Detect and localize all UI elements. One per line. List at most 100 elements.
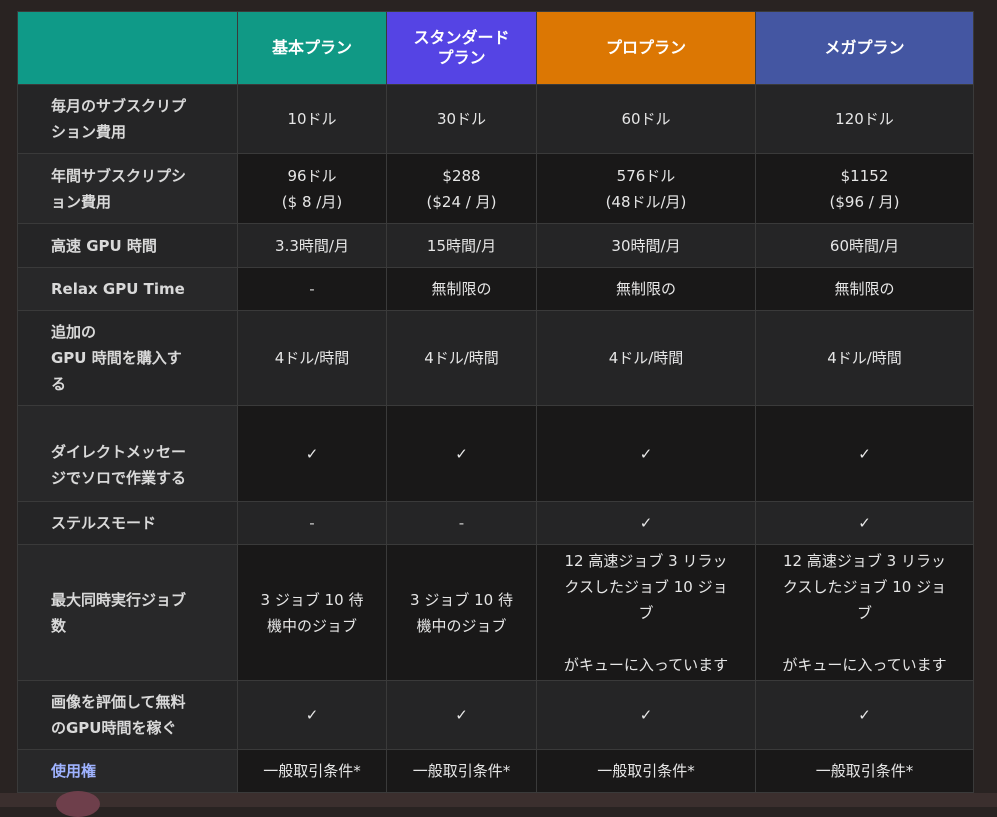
- header-row: 基本プラン スタンダード プラン プロプラン メガプラン: [17, 11, 974, 85]
- value-cell-pro: 12 高速ジョブ 3 リラッ クスしたジョブ 10 ジョ ブ がキューに入ってい…: [536, 544, 756, 681]
- row-max-concurrent-jobs: 最大同時実行ジョブ 数 3 ジョブ 10 待 機中のジョブ 3 ジョブ 10 待…: [17, 544, 974, 681]
- value-cell-standard: -: [386, 501, 537, 545]
- value-cell-basic: ✓: [237, 680, 387, 750]
- cell-value: 無制限の: [431, 280, 492, 298]
- cell-value: 10ドル: [287, 110, 337, 128]
- value-cell-pro: 一般取引条件*: [536, 749, 756, 793]
- value-cell-pro: 30時間/月: [536, 223, 756, 268]
- check-icon: ✓: [639, 444, 653, 463]
- cell-value: 4ドル/時間: [424, 349, 499, 367]
- check-icon: ✓: [455, 444, 468, 463]
- cell-value: 96ドル ($ 8 /月): [281, 166, 343, 211]
- row-label: ダイレクトメッセー ジでソロで作業する: [17, 405, 238, 502]
- cell-value: 576ドル (48ドル/月): [605, 166, 687, 211]
- value-cell-mega: 無制限の: [755, 267, 974, 311]
- value-cell-pro: 576ドル (48ドル/月): [536, 153, 756, 224]
- cell-value: 4ドル/時間: [608, 349, 684, 367]
- row-label-text: ステルスモード: [51, 514, 157, 532]
- value-cell-mega: ✓: [755, 501, 974, 545]
- value-cell-mega: ✓: [755, 405, 974, 502]
- value-cell-standard: 30ドル: [386, 84, 537, 154]
- cell-value: 3.3時間/月: [275, 236, 349, 255]
- row-label-text: 毎月のサブスクリプ ション費用: [51, 97, 187, 141]
- check-icon: ✓: [305, 444, 319, 463]
- plan-name: 基本プラン: [271, 38, 352, 57]
- value-cell-pro: 60ドル: [536, 84, 756, 154]
- cell-value: -: [458, 514, 465, 532]
- cell-value: 一般取引条件*: [597, 762, 695, 780]
- cell-value: 12 高速ジョブ 3 リラッ クスしたジョブ 10 ジョ ブ がキューに入ってい…: [782, 551, 947, 674]
- cell-value: 15時間/月: [426, 236, 497, 255]
- plan-header-standard: スタンダード プラン: [386, 11, 537, 85]
- row-monthly-fee: 毎月のサブスクリプ ション費用 10ドル 30ドル 60ドル 120ドル: [17, 84, 974, 154]
- row-annual-fee: 年間サブスクリプシ ョン費用 96ドル ($ 8 /月) $288 ($24 /…: [17, 153, 974, 224]
- row-label: 高速 GPU 時間: [17, 223, 238, 268]
- row-label-text: 高速 GPU 時間: [51, 236, 157, 255]
- value-cell-mega: 4ドル/時間: [755, 310, 974, 406]
- plan-name: スタンダード プラン: [413, 28, 510, 67]
- cell-value: 60時間/月: [829, 236, 900, 255]
- row-label: 画像を評価して無料 のGPU時間を稼ぐ: [17, 680, 238, 750]
- value-cell-basic: 3.3時間/月: [237, 223, 387, 268]
- row-label-text: 最大同時実行ジョブ 数: [51, 590, 187, 635]
- value-cell-pro: ✓: [536, 405, 756, 502]
- cell-value: 4ドル/時間: [274, 349, 350, 367]
- cell-value: 4ドル/時間: [827, 349, 902, 367]
- cell-value: 30ドル: [436, 110, 487, 128]
- check-icon: ✓: [858, 444, 871, 463]
- cell-value: $288 ($24 / 月): [426, 166, 497, 211]
- value-cell-pro: ✓: [536, 501, 756, 545]
- value-cell-basic: 10ドル: [237, 84, 387, 154]
- row-label: 年間サブスクリプシ ョン費用: [17, 153, 238, 224]
- row-stealth-mode: ステルスモード - - ✓ ✓: [17, 501, 974, 545]
- cell-value: 一般取引条件*: [815, 762, 914, 780]
- row-solo-dm: ダイレクトメッセー ジでソロで作業する ✓ ✓ ✓ ✓: [17, 405, 974, 502]
- value-cell-mega: 12 高速ジョブ 3 リラッ クスしたジョブ 10 ジョ ブ がキューに入ってい…: [755, 544, 974, 681]
- value-cell-standard: $288 ($24 / 月): [386, 153, 537, 224]
- cell-value: 無制限の: [834, 280, 895, 298]
- usage-rights-link[interactable]: 使用権: [51, 758, 96, 784]
- plan-header-basic: 基本プラン: [237, 11, 387, 85]
- value-cell-standard: ✓: [386, 405, 537, 502]
- row-label: 追加の GPU 時間を購入す る: [17, 310, 238, 406]
- value-cell-standard: 4ドル/時間: [386, 310, 537, 406]
- check-icon: ✓: [305, 706, 319, 724]
- row-label-text: 追加の GPU 時間を購入す る: [51, 323, 182, 393]
- value-cell-mega: ✓: [755, 680, 974, 750]
- cell-value: -: [309, 514, 315, 532]
- row-fast-gpu-time: 高速 GPU 時間 3.3時間/月 15時間/月 30時間/月 60時間/月: [17, 223, 974, 268]
- check-icon: ✓: [858, 514, 871, 532]
- plan-name: メガプラン: [824, 38, 905, 57]
- value-cell-standard: 15時間/月: [386, 223, 537, 268]
- row-label: 毎月のサブスクリプ ション費用: [17, 84, 238, 154]
- cell-value: 60ドル: [621, 110, 671, 128]
- row-relax-gpu-time: Relax GPU Time - 無制限の 無制限の 無制限の: [17, 267, 974, 311]
- value-cell-pro: 4ドル/時間: [536, 310, 756, 406]
- cell-value: 3 ジョブ 10 待 機中のジョブ: [260, 590, 364, 635]
- row-label-text: 画像を評価して無料 のGPU時間を稼ぐ: [51, 693, 186, 737]
- row-label-text: Relax GPU Time: [51, 280, 185, 298]
- row-label-text: ダイレクトメッセー ジでソロで作業する: [51, 442, 187, 487]
- header-corner-cell: [17, 11, 238, 85]
- cell-value: 3 ジョブ 10 待 機中のジョブ: [410, 590, 513, 635]
- check-icon: ✓: [639, 514, 653, 532]
- value-cell-standard: 3 ジョブ 10 待 機中のジョブ: [386, 544, 537, 681]
- check-icon: ✓: [639, 706, 653, 724]
- value-cell-basic: 3 ジョブ 10 待 機中のジョブ: [237, 544, 387, 681]
- value-cell-basic: 4ドル/時間: [237, 310, 387, 406]
- cell-value: 一般取引条件*: [263, 762, 361, 780]
- row-label: ステルスモード: [17, 501, 238, 545]
- pricing-table: 基本プラン スタンダード プラン プロプラン メガプラン 毎月のサブスクリプ シ…: [17, 11, 974, 793]
- row-rate-images: 画像を評価して無料 のGPU時間を稼ぐ ✓ ✓ ✓ ✓: [17, 680, 974, 750]
- value-cell-mega: $1152 ($96 / 月): [755, 153, 974, 224]
- cell-value: 30時間/月: [611, 236, 681, 255]
- value-cell-basic: 96ドル ($ 8 /月): [237, 153, 387, 224]
- row-buy-extra-gpu: 追加の GPU 時間を購入す る 4ドル/時間 4ドル/時間 4ドル/時間 4ド…: [17, 310, 974, 406]
- value-cell-standard: 一般取引条件*: [386, 749, 537, 793]
- cell-value: 無制限の: [615, 280, 676, 298]
- value-cell-standard: ✓: [386, 680, 537, 750]
- cell-value: 12 高速ジョブ 3 リラッ クスしたジョブ 10 ジョ ブ がキューに入ってい…: [563, 551, 729, 674]
- plan-name: プロプラン: [605, 38, 686, 57]
- row-label-text: 年間サブスクリプシ ョン費用: [51, 166, 187, 211]
- check-icon: ✓: [858, 706, 871, 724]
